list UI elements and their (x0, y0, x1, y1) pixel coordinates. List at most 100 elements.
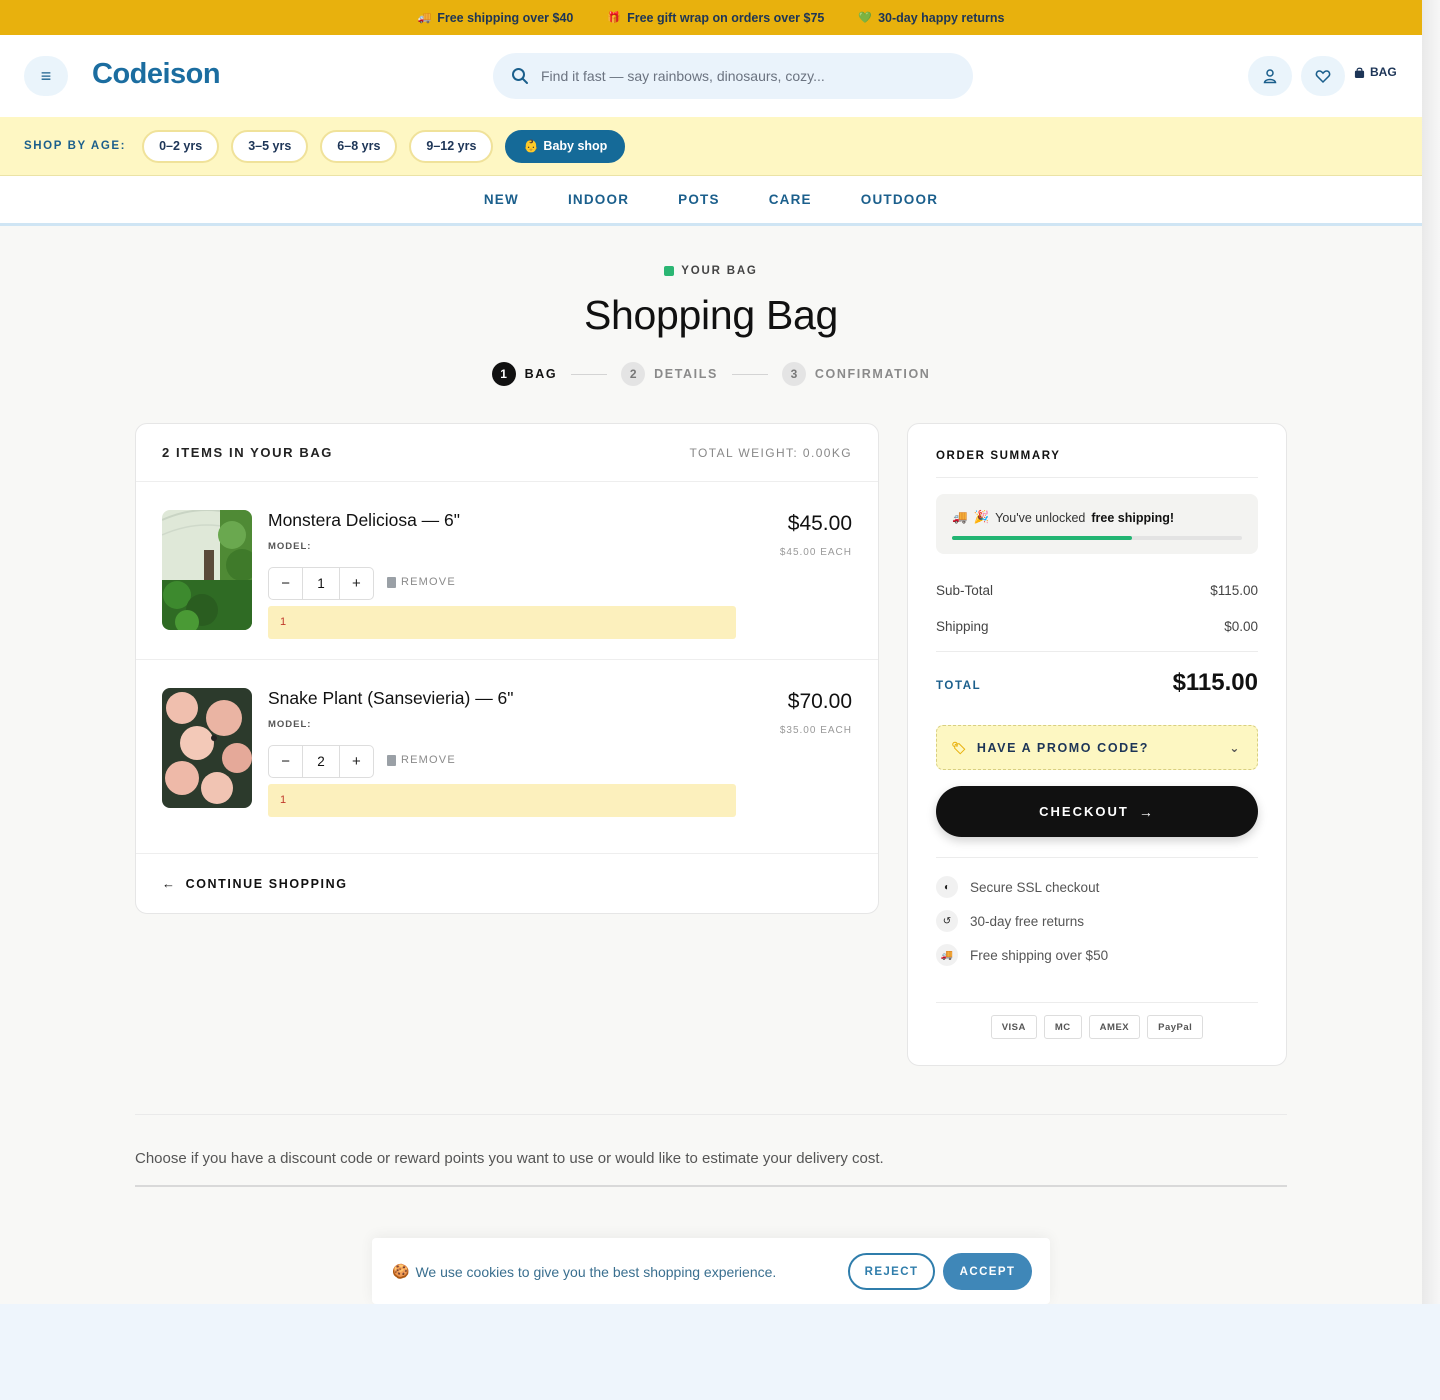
increase-button[interactable]: + (340, 575, 373, 592)
age-pill[interactable]: 0–2 yrs (142, 129, 220, 163)
divider (936, 1002, 1258, 1003)
product-image-monstera[interactable] (162, 510, 252, 630)
party-icon: 🎉 (973, 510, 990, 524)
increase-button[interactable]: + (340, 753, 373, 770)
product-model: MODEL: (268, 719, 312, 730)
remove-button[interactable]: REMOVE (387, 576, 456, 588)
cookie-message: 🍪 We use cookies to give you the best sh… (392, 1263, 776, 1280)
main-nav: NEW INDOOR POTS CARE OUTDOOR (0, 176, 1422, 226)
baby-shop-pill[interactable]: 👶 Baby shop (505, 129, 626, 163)
quantity-stepper: − 1 + (268, 567, 374, 600)
bag-link[interactable]: BAG (1354, 65, 1397, 79)
decrease-button[interactable]: − (269, 753, 302, 770)
accept-cookies-button[interactable]: ACCEPT (943, 1253, 1032, 1290)
product-image-snake-plant[interactable] (162, 688, 252, 808)
cookie-banner: 🍪 We use cookies to give you the best sh… (372, 1238, 1050, 1304)
menu-button[interactable]: ≡ (24, 56, 68, 96)
step-number: 3 (781, 362, 806, 386)
item-price: $70.00 (787, 690, 852, 713)
wishlist-button[interactable] (1301, 56, 1345, 96)
trust-item: 🚚 Free shipping over $50 (936, 944, 1108, 966)
step-number: 2 (621, 362, 646, 386)
truck-icon: 🚚 (936, 944, 958, 966)
heart-outline-icon (1315, 70, 1331, 84)
step-confirmation: 3 CONFIRMATION (781, 362, 931, 386)
heart-icon: 💚 (858, 12, 873, 24)
site-logo[interactable]: Codeison (92, 58, 221, 91)
announcement-text: Free shipping over $40 (437, 10, 574, 25)
page-eyebrow: YOUR BAG (0, 265, 1422, 277)
trash-icon (387, 576, 396, 588)
arrow-right-icon: → (1138, 803, 1155, 820)
order-summary-title: ORDER SUMMARY (936, 450, 1061, 462)
subtotal-value: $115.00 (1210, 583, 1258, 598)
nav-item-care[interactable]: CARE (769, 192, 812, 207)
search-input[interactable] (541, 68, 941, 84)
scrollbar[interactable] (1422, 0, 1440, 1304)
account-button[interactable] (1248, 56, 1292, 96)
subtotal-row: Sub-Total $115.00 (936, 583, 1258, 598)
search-bar[interactable] (493, 53, 973, 99)
truck-icon: 🚚 (417, 12, 432, 24)
promo-code-toggle[interactable]: 🏷 HAVE A PROMO CODE? ⌄ (936, 725, 1258, 770)
cookie-icon: 🍪 (392, 1263, 410, 1279)
step-label: CONFIRMATION (814, 367, 931, 381)
remove-label: REMOVE (401, 754, 456, 766)
returns-icon: ↺ (936, 910, 958, 932)
step-number: 1 (491, 362, 516, 386)
shop-by-age-label: SHOP BY AGE: (24, 140, 127, 152)
age-pill[interactable]: 6–8 yrs (320, 129, 398, 163)
cart-header: 2 ITEMS IN YOUR BAG TOTAL WEIGHT: 0.00KG (136, 424, 878, 482)
quantity-value[interactable]: 2 (302, 746, 340, 777)
continue-shopping-label: CONTINUE SHOPPING (185, 876, 348, 891)
nav-item-new[interactable]: NEW (484, 192, 519, 207)
age-pill[interactable]: 3–5 yrs (231, 129, 309, 163)
free-shipping-prefix: You've unlocked (995, 510, 1086, 525)
free-shipping-banner: 🚚 🎉 You've unlocked free shipping! (936, 494, 1258, 554)
nav-item-indoor[interactable]: INDOOR (568, 192, 629, 207)
free-shipping-message: 🚚 🎉 You've unlocked free shipping! (952, 510, 1174, 525)
cart-total-weight: TOTAL WEIGHT: 0.00KG (689, 445, 852, 460)
reject-cookies-button[interactable]: REJECT (848, 1253, 935, 1290)
announcement-item: 🎁 Free gift wrap on orders over $75 (607, 11, 824, 25)
divider (936, 651, 1258, 652)
payment-amex: AMEX (1088, 1015, 1141, 1039)
step-label: DETAILS (654, 367, 718, 381)
payment-visa: VISA (990, 1015, 1037, 1039)
item-price: $45.00 (787, 512, 852, 535)
shipping-progress-fill (952, 536, 1132, 540)
continue-shopping-link[interactable]: ← CONTINUE SHOPPING (136, 853, 878, 913)
bag-icon (664, 266, 675, 276)
step-details: 2 DETAILS (621, 362, 718, 386)
item-note: 1 (268, 784, 736, 817)
announcement-item: 💚 30-day happy returns (858, 11, 1004, 25)
nav-item-outdoor[interactable]: OUTDOOR (861, 192, 938, 207)
decrease-button[interactable]: − (269, 575, 302, 592)
shipping-value: $0.00 (1224, 619, 1258, 634)
age-pill[interactable]: 9–12 yrs (409, 129, 494, 163)
checkout-button[interactable]: CHECKOUT → (936, 786, 1258, 837)
chevron-down-icon: ⌄ (1229, 741, 1241, 755)
divider (135, 1185, 1287, 1187)
nav-item-pots[interactable]: POTS (678, 192, 720, 207)
trust-text: Free shipping over $50 (970, 947, 1109, 963)
trust-item: ◐ Secure SSL checkout (936, 876, 1099, 898)
cart-panel: 2 ITEMS IN YOUR BAG TOTAL WEIGHT: 0.00KG (135, 423, 879, 914)
unit-price: $35.00 EACH (779, 725, 852, 736)
free-shipping-bold: free shipping! (1091, 510, 1175, 525)
hamburger-icon: ≡ (40, 65, 52, 86)
checkout-steps: 1 BAG 2 DETAILS 3 CONFIRMATION (0, 362, 1422, 386)
trust-text: Secure SSL checkout (970, 879, 1100, 895)
product-name[interactable]: Snake Plant (Sansevieria) — 6" (268, 688, 514, 709)
item-note: 1 (268, 606, 736, 639)
payment-paypal: PayPal (1147, 1015, 1204, 1039)
product-model: MODEL: (268, 541, 312, 552)
shipping-progress-track (952, 536, 1242, 540)
quantity-value[interactable]: 1 (302, 568, 340, 599)
subtotal-label: Sub-Total (936, 583, 994, 598)
arrow-left-icon: ← (162, 876, 177, 891)
remove-button[interactable]: REMOVE (387, 754, 456, 766)
cart-item: Snake Plant (Sansevieria) — 6" MODEL: − … (136, 660, 878, 854)
product-name[interactable]: Monstera Deliciosa — 6" (268, 510, 460, 531)
payment-methods: VISA MC AMEX PayPal (908, 1015, 1286, 1039)
